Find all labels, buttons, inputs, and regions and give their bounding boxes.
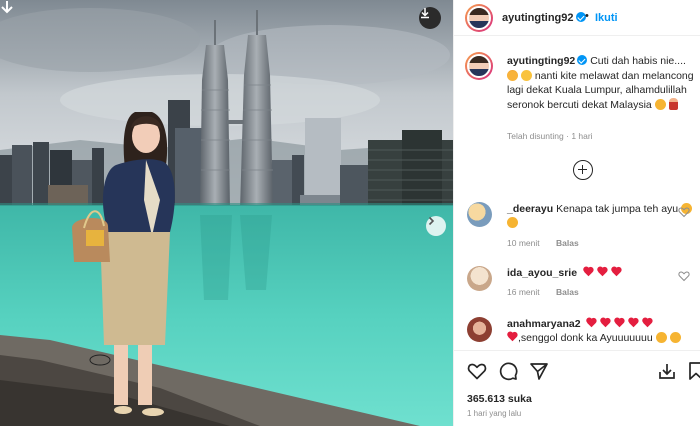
- caption-line-1: Cuti dah habis nie....: [590, 55, 686, 67]
- avatar[interactable]: [467, 317, 492, 342]
- red-heart-emoji-icon: [628, 318, 638, 328]
- comment-icon[interactable]: [498, 361, 518, 381]
- red-heart-emoji-icon: [642, 318, 652, 328]
- avatar[interactable]: [465, 4, 493, 32]
- reply-button[interactable]: Balas: [556, 238, 579, 248]
- edited-label: Telah disunting: [507, 131, 564, 141]
- red-heart-emoji-icon: [507, 332, 517, 342]
- heart-eyes-emoji-icon: [507, 217, 518, 228]
- heart-icon[interactable]: [467, 361, 487, 381]
- comment-body: ,senggol donk ka Ayuuuuuuu: [518, 332, 653, 344]
- avatar[interactable]: [467, 266, 492, 291]
- comment-text: _deerayu Kenapa tak jumpa teh ayu: [507, 202, 693, 230]
- post-header: ayutingting92 • Ikuti: [454, 0, 700, 36]
- chevron-right-icon: [428, 216, 435, 226]
- heart-icon[interactable]: [678, 206, 690, 218]
- next-image-button[interactable]: [426, 216, 446, 236]
- save-icon[interactable]: [657, 361, 677, 381]
- comment-text: ida_ayou_srie: [507, 266, 693, 280]
- load-more-comments-button[interactable]: [573, 160, 593, 180]
- follow-button[interactable]: Ikuti: [595, 12, 618, 24]
- post-timestamp: 1 hari yang lalu: [467, 409, 522, 418]
- post-username[interactable]: ayutingting92: [502, 12, 586, 24]
- arrow-down-icon[interactable]: [0, 0, 14, 14]
- verified-badge-icon: [577, 55, 588, 65]
- kuala-lumpur-pool-photo: [0, 0, 453, 426]
- red-heart-emoji-icon: [583, 267, 593, 277]
- share-icon[interactable]: [529, 361, 549, 381]
- caption-meta: Telah disunting · 1 hari: [507, 131, 593, 141]
- person-emoji-icon: [668, 97, 678, 110]
- post-action-bar: 365.613 suka 1 hari yang lalu: [454, 350, 700, 426]
- red-heart-emoji-icon: [614, 318, 624, 328]
- dot-separator: •: [585, 10, 589, 22]
- comment-time: 16 menit: [507, 287, 540, 297]
- reply-button[interactable]: Balas: [556, 287, 579, 297]
- likes-count[interactable]: 365.613 suka: [467, 393, 532, 405]
- red-heart-emoji-icon: [586, 318, 596, 328]
- post-side-panel: ayutingting92 • Ikuti ayutingting92 Cuti…: [453, 0, 700, 426]
- heart-eyes-emoji-icon: [669, 332, 681, 343]
- heart-eyes-emoji-icon: [654, 98, 666, 110]
- red-heart-emoji-icon: [611, 267, 621, 277]
- comment-meta: 10 menit Balas: [507, 238, 593, 248]
- comment-username[interactable]: anahmaryana2: [507, 318, 581, 330]
- comment-username[interactable]: _deerayu: [507, 203, 553, 215]
- username-text[interactable]: ayutingting92: [502, 12, 574, 24]
- bookmark-icon[interactable]: [686, 361, 700, 381]
- red-heart-emoji-icon: [597, 267, 607, 277]
- caption-avatar[interactable]: [465, 52, 493, 80]
- comment-time: 10 menit: [507, 238, 540, 248]
- download-icon: [421, 8, 429, 19]
- avatar[interactable]: [467, 202, 492, 227]
- caption-text: ayutingting92 Cuti dah habis nie.... nan…: [507, 54, 695, 112]
- download-button[interactable]: [419, 7, 441, 29]
- post-photo[interactable]: [0, 0, 453, 426]
- comment-body: Kenapa tak jumpa teh ayu: [556, 203, 679, 215]
- red-heart-emoji-icon: [600, 318, 610, 328]
- comment-username[interactable]: ida_ayou_srie: [507, 267, 577, 279]
- caption-time: 1 hari: [571, 131, 593, 141]
- comment-text: anahmaryana2 ,senggol donk ka Ayuuuuuuu: [507, 317, 693, 345]
- meta-separator: ·: [566, 131, 569, 141]
- comment-meta: 16 menit Balas: [507, 287, 593, 297]
- sweat-smile-emoji-icon: [507, 69, 518, 81]
- smile-emoji-icon: [520, 69, 532, 81]
- caption-username[interactable]: ayutingting92: [507, 55, 575, 67]
- heart-eyes-emoji-icon: [655, 332, 667, 343]
- heart-icon[interactable]: [678, 270, 690, 282]
